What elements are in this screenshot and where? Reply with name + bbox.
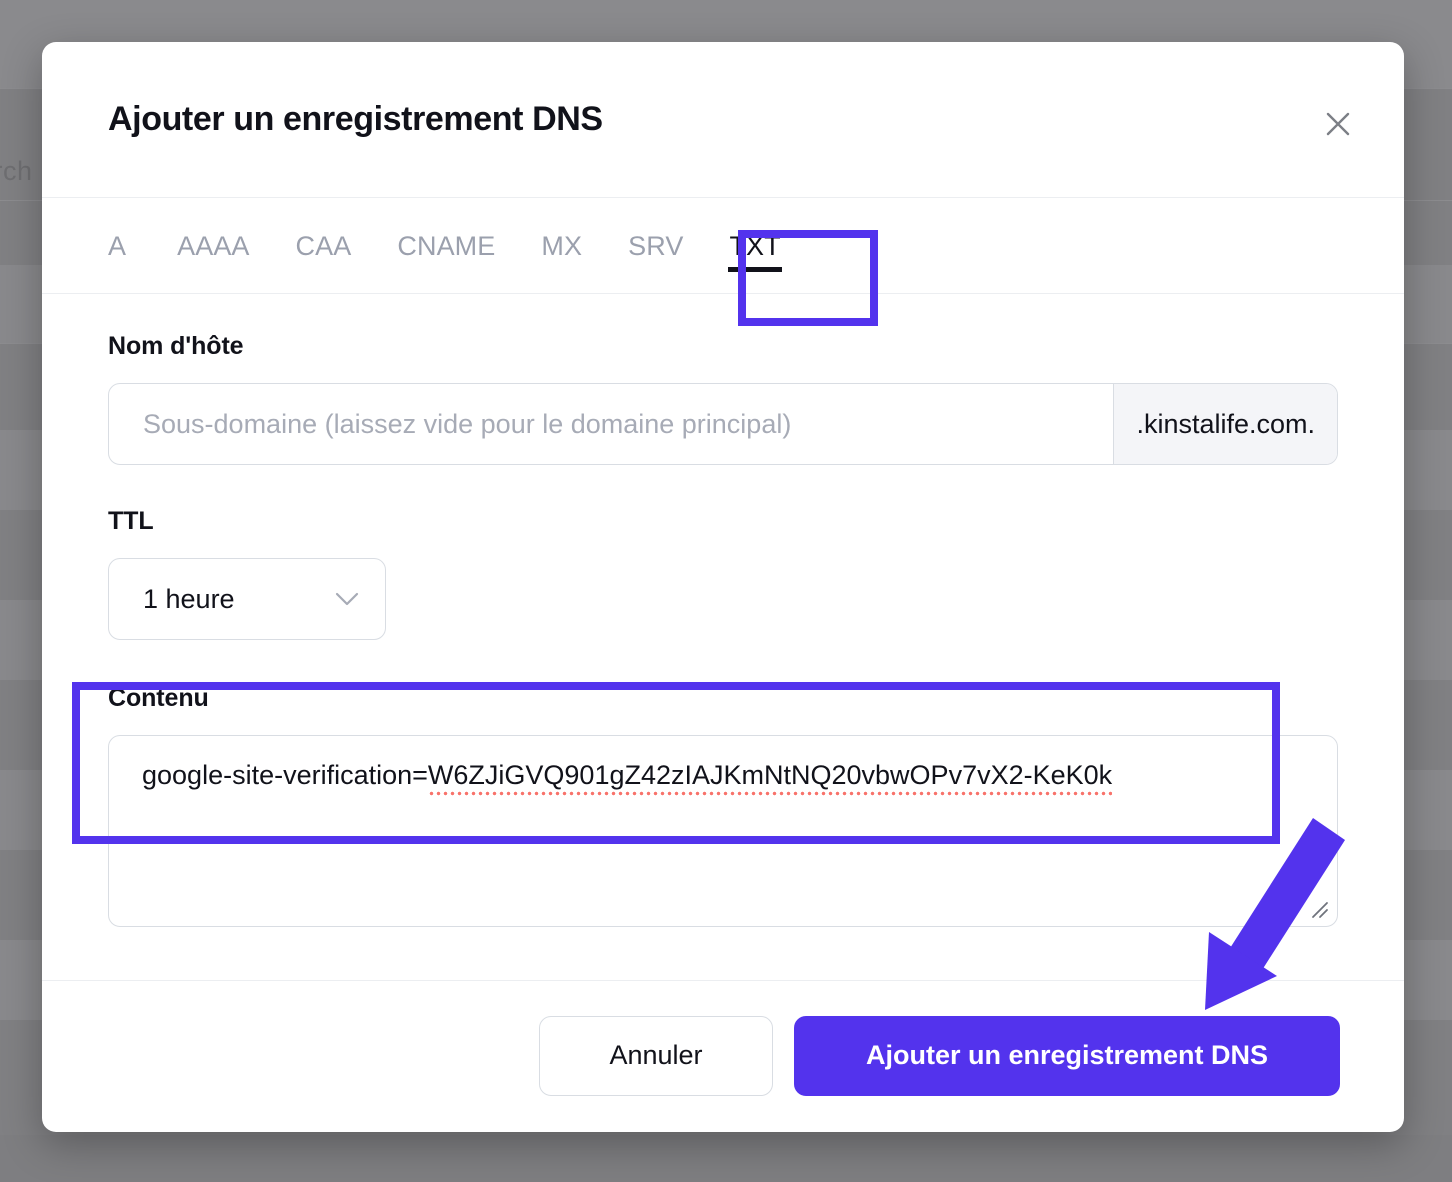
cancel-button[interactable]: Annuler [539, 1015, 773, 1096]
content-textarea[interactable]: google-site-verification=W6ZJiGVQ901gZ42… [108, 735, 1338, 927]
tab-cname[interactable]: CNAME [374, 198, 518, 294]
hostname-domain-suffix: .kinstalife.com. [1113, 384, 1337, 464]
hostname-label: Nom d'hôte [108, 332, 244, 360]
resize-handle-icon[interactable] [1307, 897, 1329, 919]
hostname-field-group: Nom d'hôte .kinstalife.com. [108, 294, 1338, 465]
hostname-input[interactable] [109, 384, 1114, 464]
tab-mx[interactable]: MX [518, 198, 605, 294]
background-footer [0, 1135, 1452, 1182]
dialog-header: Ajouter un enregistrement DNS [42, 42, 1404, 198]
background-partial-text: arch [0, 156, 33, 186]
chevron-down-icon [335, 592, 359, 606]
content-label: Contenu [108, 684, 209, 712]
dialog-title: Ajouter un enregistrement DNS [108, 100, 603, 138]
content-field-group: Contenu google-site-verification=W6ZJiGV… [108, 640, 1338, 927]
tab-srv[interactable]: SRV [605, 198, 706, 294]
dialog-footer: Annuler Ajouter un enregistrement DNS [42, 980, 1404, 1130]
tab-caa[interactable]: CAA [273, 198, 375, 294]
ttl-selected-value: 1 heure [143, 583, 235, 614]
tab-txt[interactable]: TXT [706, 198, 803, 294]
ttl-field-group: TTL 1 heure [108, 465, 1338, 640]
record-type-tabs: A AAAA CAA CNAME MX SRV TXT [42, 198, 1404, 294]
hostname-input-group: .kinstalife.com. [108, 383, 1338, 465]
content-value-prefix: google-site-verification= [142, 760, 428, 790]
ttl-select[interactable]: 1 heure [108, 558, 386, 640]
submit-add-dns-record-button[interactable]: Ajouter un enregistrement DNS [794, 1015, 1340, 1096]
dialog-body: Nom d'hôte .kinstalife.com. TTL 1 heure … [42, 294, 1404, 980]
ttl-label: TTL [108, 507, 154, 535]
content-textarea-value: google-site-verification=W6ZJiGVQ901gZ42… [142, 760, 1113, 797]
content-value-token: W6ZJiGVQ901gZ42zIAJKmNtNQ20vbwOPv7vX2-Ke… [427, 760, 1113, 797]
add-dns-record-dialog: Ajouter un enregistrement DNS A AAAA CAA… [42, 42, 1404, 1132]
tab-a[interactable]: A [108, 198, 154, 294]
close-icon[interactable] [1318, 104, 1358, 144]
tab-aaaa[interactable]: AAAA [154, 198, 272, 294]
